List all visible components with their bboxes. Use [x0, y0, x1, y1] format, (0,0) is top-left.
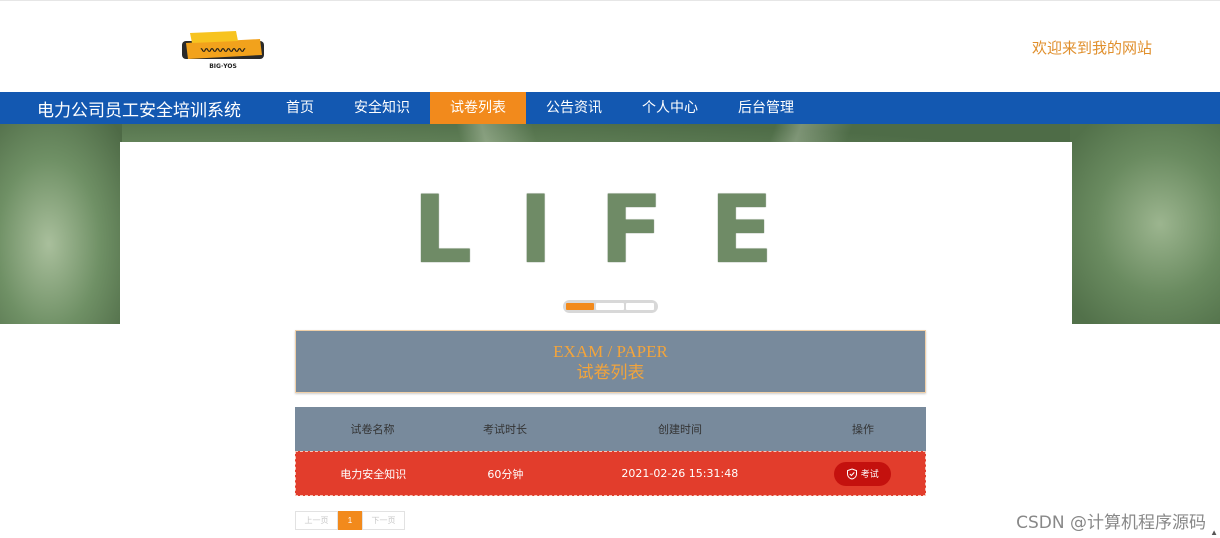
carousel-indicators	[563, 300, 658, 313]
column-header-duration: 考试时长	[483, 423, 527, 436]
nav-item-home[interactable]: 首页	[266, 92, 334, 124]
site-brand[interactable]: 电力公司员工安全培训系统	[37, 96, 267, 121]
exam-name: 电力安全知识	[340, 467, 407, 481]
nav-item-exam-list[interactable]: 试卷列表	[430, 92, 526, 124]
watermark: CSDN @计算机程序源码	[1016, 513, 1206, 533]
table-row: 电力安全知识 60分钟 2021-02-26 15:31:48 考试	[295, 451, 926, 496]
carousel-dot-1[interactable]	[566, 303, 594, 310]
section-title: EXAM / PAPER 试卷列表	[295, 330, 926, 393]
prev-page-button[interactable]: 上一页	[295, 511, 338, 530]
resize-arrow-icon: ▲	[1210, 528, 1218, 537]
take-exam-label: 考试	[860, 470, 879, 480]
section-title-en: EXAM / PAPER	[553, 342, 668, 361]
shield-check-icon	[846, 467, 857, 480]
nav-item-profile[interactable]: 个人中心	[622, 92, 718, 124]
nav-item-safety-knowledge[interactable]: 安全知识	[334, 92, 430, 124]
table-header: 试卷名称 考试时长 创建时间 操作	[295, 407, 926, 451]
column-header-created: 创建时间	[658, 423, 702, 436]
svg-text:〰〰〰〰: 〰〰〰〰	[200, 44, 246, 57]
site-header: 〰〰〰〰 BIG·YOS 欢迎来到我的网站	[0, 0, 1220, 92]
banner-background-left	[0, 124, 122, 324]
exam-created-time: 2021-02-26 15:31:48	[621, 467, 739, 480]
pagination: 上一页 1 下一页	[295, 511, 405, 530]
carousel-dot-2[interactable]	[596, 303, 624, 310]
nav-item-admin[interactable]: 后台管理	[718, 92, 814, 124]
welcome-text: 欢迎来到我的网站	[1031, 39, 1152, 57]
next-page-button[interactable]: 下一页	[362, 511, 405, 530]
carousel-dot-3[interactable]	[626, 303, 654, 310]
exam-table: 试卷名称 考试时长 创建时间 操作 电力安全知识 60分钟 2021-02-26…	[295, 407, 926, 496]
section-title-cn: 试卷列表	[576, 363, 645, 383]
logo-icon[interactable]: 〰〰〰〰 BIG·YOS	[180, 27, 266, 71]
column-header-name: 试卷名称	[350, 423, 395, 436]
main-nav: 电力公司员工安全培训系统 首页 安全知识 试卷列表 公告资讯 个人中心 后台管理	[0, 92, 1220, 124]
action-cell: 考试	[799, 461, 925, 486]
nav-menu: 首页 安全知识 试卷列表 公告资讯 个人中心 后台管理	[266, 92, 814, 124]
banner-background-right	[1070, 124, 1220, 324]
nav-item-announcements[interactable]: 公告资讯	[526, 92, 622, 124]
slide-word: LIFE	[412, 176, 820, 285]
exam-duration: 60分钟	[487, 467, 524, 481]
svg-text:BIG·YOS: BIG·YOS	[209, 63, 237, 70]
column-header-action: 操作	[852, 423, 874, 436]
take-exam-button[interactable]: 考试	[833, 461, 891, 486]
carousel-slide[interactable]: LIFE	[120, 142, 1072, 324]
banner-carousel[interactable]: LIFE	[0, 124, 1220, 324]
page-number-current[interactable]: 1	[338, 511, 362, 530]
